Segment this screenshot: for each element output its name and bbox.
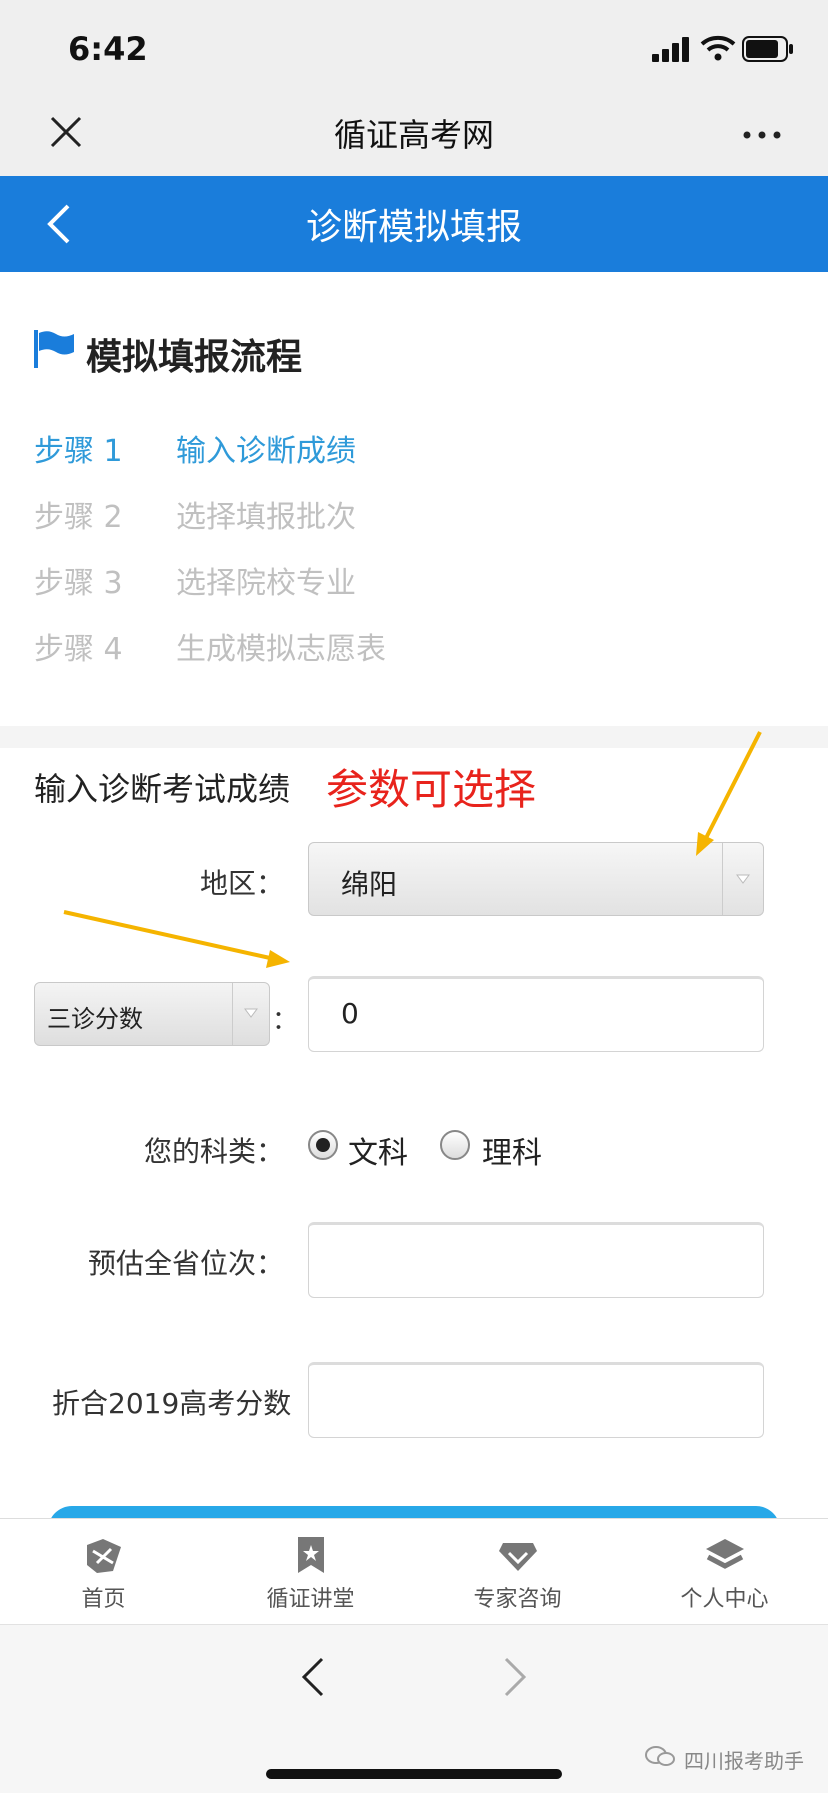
tab-lecture[interactable]: 循证讲堂 — [207, 1519, 414, 1625]
step-1: 步骤 1 输入诊断成绩 — [34, 434, 356, 469]
annotation-text: 参数可选择 — [326, 765, 537, 814]
more-icon[interactable] — [742, 130, 782, 140]
region-select[interactable]: 绵阳 — [308, 842, 764, 916]
radio-label-liberal-arts: 文科 — [348, 1136, 408, 1171]
browser-nav-bar: 循证高考网 — [0, 90, 828, 176]
battery-icon — [742, 36, 793, 62]
watermark: 四川报考助手 — [684, 1749, 804, 1773]
radio-label-science: 理科 — [482, 1136, 542, 1171]
wifi-icon — [700, 35, 736, 61]
region-label: 地区： — [199, 867, 284, 900]
exam-type-value: 三诊分数 — [47, 1005, 143, 1033]
tab-profile[interactable]: 个人中心 — [621, 1519, 828, 1625]
subject-label: 您的科类： — [143, 1135, 284, 1168]
tab-expert[interactable]: 专家咨询 — [414, 1519, 621, 1625]
status-time: 6:42 — [68, 30, 148, 68]
page-title: 诊断模拟填报 — [305, 207, 522, 248]
tab-home[interactable]: 首页 — [0, 1519, 207, 1625]
score-value: 0 — [341, 997, 359, 1030]
exam-type-select[interactable]: 三诊分数 — [34, 982, 270, 1046]
diamond-icon — [499, 1543, 537, 1571]
step-2: 步骤 2 选择填报批次 — [34, 500, 356, 535]
browser-forward-icon[interactable] — [500, 1655, 530, 1699]
region-value: 绵阳 — [341, 868, 398, 901]
home-icon — [87, 1539, 121, 1573]
converted-score-label: 折合2019高考分数 — [52, 1387, 292, 1420]
colon: ： — [272, 1006, 299, 1036]
dropdown-arrow-icon — [232, 983, 269, 1045]
page-header: 诊断模拟填报 — [0, 176, 828, 272]
radio-liberal-arts[interactable] — [308, 1130, 338, 1160]
app-title: 循证高考网 — [333, 116, 494, 154]
browser-toolbar: 四川报考助手 — [0, 1624, 828, 1793]
signal-icon — [652, 36, 692, 62]
layers-icon — [706, 1539, 744, 1569]
step-4: 步骤 4 生成模拟志愿表 — [34, 632, 386, 667]
status-bar: 6:42 — [0, 0, 828, 90]
radio-science[interactable] — [440, 1130, 470, 1160]
step-3: 步骤 3 选择院校专业 — [34, 566, 356, 601]
rank-label: 预估全省位次： — [87, 1247, 284, 1280]
rank-input[interactable] — [308, 1222, 764, 1298]
process-title: 模拟填报流程 — [86, 337, 303, 378]
browser-back-icon[interactable] — [298, 1655, 328, 1699]
form-title: 输入诊断考试成绩 — [34, 770, 291, 808]
tab-bar: 首页 循证讲堂 专家咨询 个人中心 — [0, 1518, 828, 1625]
section-divider — [0, 726, 828, 748]
score-input[interactable]: 0 — [308, 976, 764, 1052]
converted-score-input[interactable] — [308, 1362, 764, 1438]
bookmark-icon — [298, 1537, 324, 1573]
dropdown-arrow-icon — [722, 843, 763, 915]
home-indicator — [266, 1769, 562, 1779]
